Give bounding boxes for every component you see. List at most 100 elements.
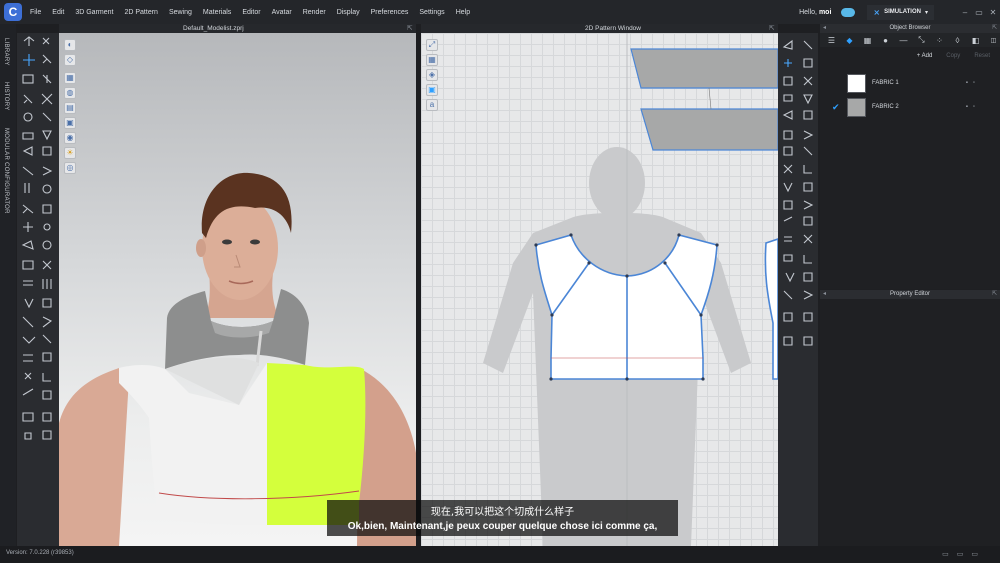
sun-icon[interactable]: ☀ [64,147,76,159]
reset-button[interactable]: Reset [974,53,990,59]
object-browser-title: Object Browser [889,25,931,31]
subtitle-french: Ok,bien, Maintenant,je peux couper quelq… [347,521,658,532]
close-icon[interactable]: ✕ [986,8,1000,17]
fabric-name: FABRIC 1 [872,80,899,86]
viewport-3d[interactable]: ◐ ◇ ▦ ◍ ▤ ▣ ◉ ☀ ◎ [59,33,416,546]
menu-right-area: Hello, moi ⨯ SIMULATION ▾ – ▭ ✕ [799,0,1000,24]
left-toolbar [17,33,59,546]
fabric-actions-icon[interactable]: ▪▫ [966,104,980,110]
property-editor-panel: ◂ Property Editor ⇱ [820,290,1000,546]
app-logo[interactable]: C [4,3,22,21]
menu-render[interactable]: Render [303,9,326,16]
viewport-3d-header: Default_Modelist.zprj ⇱ [59,24,416,33]
video-subtitle: 现在,我可以把这个切成什么样子 Ok,bien, Maintenant,je p… [327,500,678,536]
checkmark-icon[interactable]: ✔ [832,102,844,113]
fabric-row[interactable]: ✔ FABRIC 2 ▪▫ [820,96,1000,118]
line-icon[interactable]: ⤡ [916,35,927,45]
status-bar: Version: 7.0.228 (r39853) ▭▭▭ [0,546,1000,563]
pattern-piece-collar-bottom[interactable] [640,108,778,151]
menu-editor[interactable]: Editor [242,9,260,16]
menu-settings[interactable]: Settings [419,9,444,16]
tab-modular-configurator[interactable]: MODULAR CONFIGURATOR [3,128,9,214]
left-vertical-tabs: LIBRARY HISTORY MODULAR CONFIGURATOR [0,24,16,546]
fabric-actions-icon[interactable]: ▪▫ [966,80,980,86]
maximize-icon[interactable]: ⇱ [407,24,412,32]
grid-icon[interactable]: ▦ [426,54,438,66]
add-button[interactable]: + Add [917,53,933,59]
fabric-icon[interactable]: ◆ [844,36,855,45]
object-browser-tabs: ☰ ◆ ▦ ● — ⤡ ⁘ ◊ ◧ ◫ [820,33,1000,47]
menu-3d-garment[interactable]: 3D Garment [75,9,113,16]
texture-icon[interactable]: ▦ [64,72,76,84]
mesh-icon[interactable]: ▤ [64,102,76,114]
menu-help[interactable]: Help [456,9,470,16]
maximize-icon[interactable]: ▭ [972,8,986,17]
avatar-icon[interactable]: ◧ [970,36,981,45]
avatar-display-icon[interactable]: ◐ [64,39,76,51]
status-bar-icons[interactable]: ▭▭▭ [942,550,986,558]
menu-sewing[interactable]: Sewing [169,9,192,16]
button-icon[interactable]: ● [880,36,891,45]
version-label: Version: 7.0.228 (r39853) [6,550,74,556]
right-toolbar-icons[interactable] [778,33,818,373]
viewport-2d-title: 2D Pattern Window [585,25,641,32]
chevron-down-icon: ▾ [924,9,928,16]
tab-history[interactable]: HISTORY [3,82,9,111]
avatar-left-arm [59,368,129,546]
info-icon[interactable]: a [426,99,438,111]
menu-avatar[interactable]: Avatar [272,9,292,16]
user-name[interactable]: moi [819,9,831,16]
cloud-icon[interactable] [841,7,856,17]
menu-edit[interactable]: Edit [52,9,64,16]
object-browser-panel: ◂ Object Browser ⇱ ☰ ◆ ▦ ● — ⤡ ⁘ ◊ ◧ ◫ +… [820,24,1000,289]
property-editor-header: ◂ Property Editor ⇱ [820,290,1000,299]
texture-2d-icon[interactable]: ▣ [426,84,438,96]
list-icon[interactable]: ☰ [826,36,837,45]
pin-icon[interactable]: ◂ [823,24,826,33]
measure-icon[interactable]: ◫ [988,37,999,44]
subtitle-chinese: 现在,我可以把这个切成什么样子 [430,507,575,518]
menu-display[interactable]: Display [337,9,360,16]
left-toolbar-icons[interactable] [17,33,59,453]
globe-icon[interactable]: ◎ [64,162,76,174]
render-mode-icon[interactable]: ◍ [64,87,76,99]
menu-materials[interactable]: Materials [203,9,231,16]
object-browser-actions: + Add Copy Reset [820,47,1000,59]
sewing-display-icon[interactable]: ◈ [426,69,438,81]
viewport-3d-mini-toolbar: ◐ ◇ ▦ ◍ ▤ ▣ ◉ ☀ ◎ [64,39,78,177]
pattern-pieces [483,33,778,546]
simulation-icon: ⨯ [873,7,881,17]
simulation-button[interactable]: ⨯ SIMULATION ▾ [867,4,934,20]
pattern-display-icon[interactable]: ⤢ [426,39,438,51]
avatar-3d-render [59,172,416,546]
menu-preferences[interactable]: Preferences [371,9,409,16]
viewport-3d-title: Default_Modelist.zprj [183,25,244,32]
viewport-2d-mini-toolbar: ⤢ ▦ ◈ ▣ a [426,39,440,114]
garment-display-icon[interactable]: ◇ [64,54,76,66]
fabric-swatch [847,97,866,117]
minimize-icon[interactable]: – [958,8,972,17]
user-greeting: Hello, moi [799,8,832,16]
grid-icon[interactable]: ▦ [862,36,873,45]
maximize-icon[interactable]: ⇱ [769,24,774,32]
close-icon[interactable]: ⇱ [992,24,997,33]
zipper-icon[interactable]: ⁘ [934,36,945,45]
topstitch-icon[interactable]: — [898,36,909,45]
fabric-name: FABRIC 2 [872,104,899,110]
right-toolbar [778,33,818,546]
pin-icon[interactable]: ◂ [823,290,826,299]
close-icon[interactable]: ⇱ [992,290,997,299]
pattern-window-2d[interactable]: ⤢ ▦ ◈ ▣ a [421,33,778,546]
menu-2d-pattern[interactable]: 2D Pattern [124,9,157,16]
camera-icon[interactable]: ▣ [64,117,76,129]
light-icon[interactable]: ◉ [64,132,76,144]
tab-library[interactable]: LIBRARY [3,38,9,66]
fabric-row[interactable]: FABRIC 1 ▪▫ [820,72,1000,94]
fabric-swatch [847,73,866,93]
trim-icon[interactable]: ◊ [952,36,963,45]
pattern-piece-back-partial[interactable] [764,238,778,380]
copy-button[interactable]: Copy [946,53,960,59]
menu-file[interactable]: File [30,9,41,16]
pattern-piece-collar-top[interactable] [630,48,778,89]
viewport-2d-header: 2D Pattern Window ⇱ [421,24,778,33]
